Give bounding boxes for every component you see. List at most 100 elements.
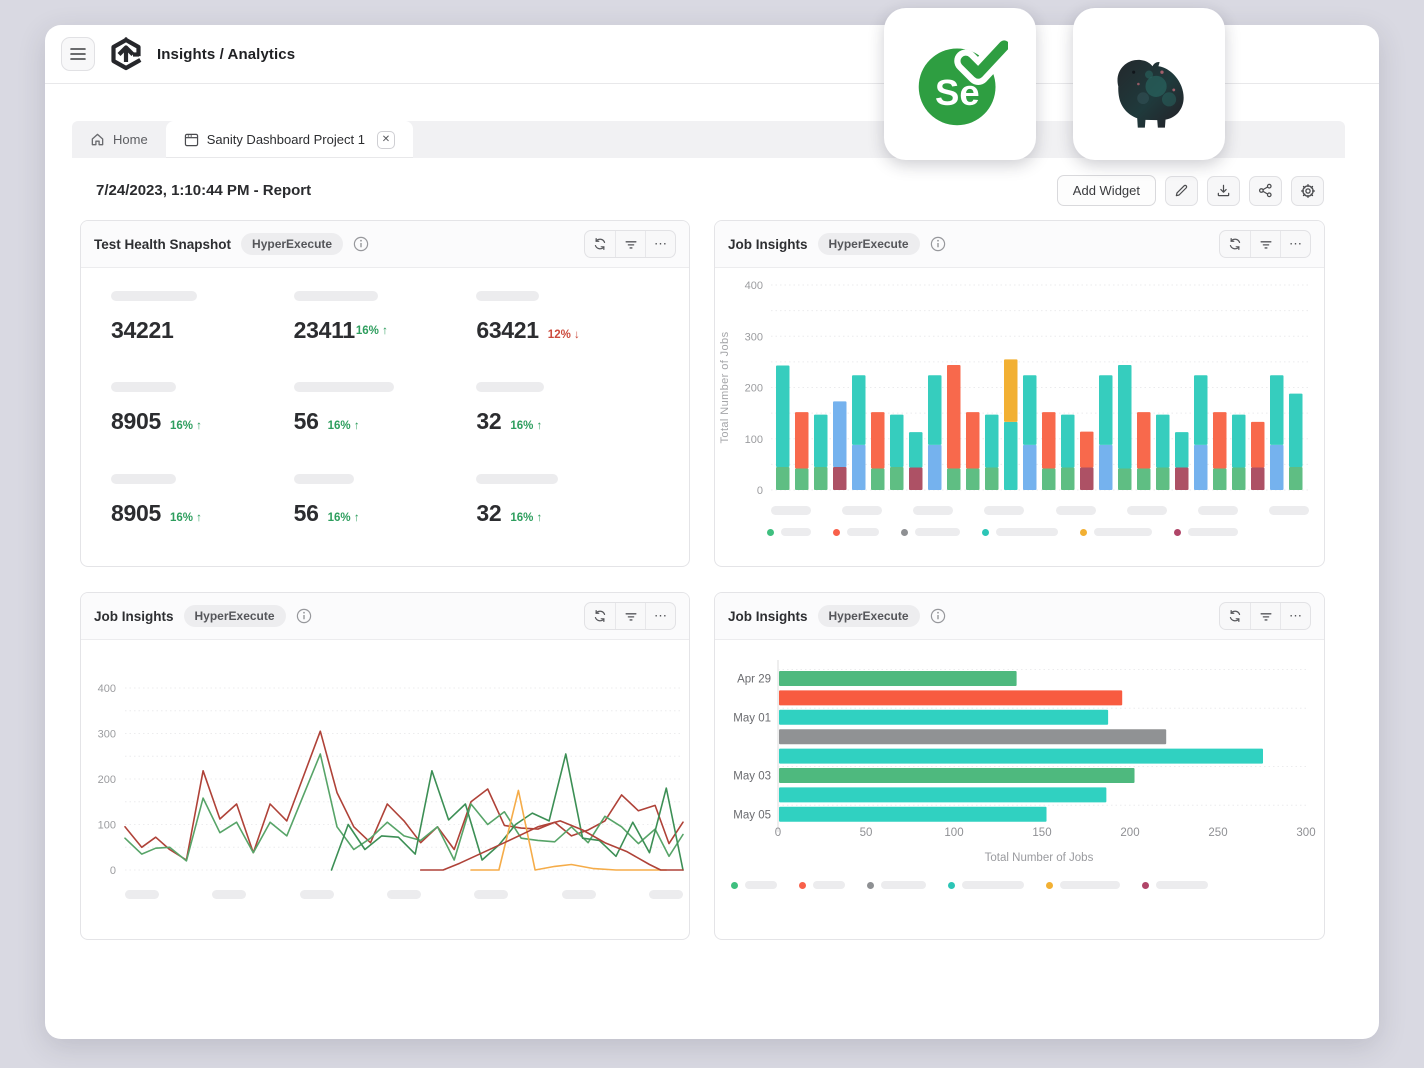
stat-cell: 890516% ↑ bbox=[111, 373, 294, 464]
legend-item[interactable] bbox=[1080, 528, 1152, 536]
axis-label-skeleton bbox=[387, 890, 421, 899]
widget-body: Apr 29May 01May 03May 050501001502002503… bbox=[715, 640, 1324, 939]
share-report-button[interactable] bbox=[1249, 176, 1282, 206]
bar-segment bbox=[928, 445, 942, 490]
download-report-button[interactable] bbox=[1207, 176, 1240, 206]
bar-segment bbox=[1270, 445, 1284, 490]
stat-value: 63421 bbox=[476, 317, 538, 344]
axis-label-skeleton bbox=[649, 890, 683, 899]
refresh-button[interactable] bbox=[1220, 603, 1250, 629]
more-options-button[interactable]: ⋯ bbox=[1280, 603, 1310, 629]
widget-job-insights-line: Job Insights HyperExecute ⋯ 010020030040… bbox=[80, 592, 690, 940]
filter-button[interactable] bbox=[615, 603, 645, 629]
legend-dot bbox=[731, 882, 738, 889]
bar-segment bbox=[795, 468, 809, 490]
stat-cell: 890516% ↑ bbox=[111, 465, 294, 556]
report-toolbar: 7/24/2023, 1:10:44 PM - Report Add Widge… bbox=[96, 175, 1324, 206]
axis-label-skeleton bbox=[125, 890, 159, 899]
stat-cell: 2341116% ↑ bbox=[294, 282, 477, 373]
tab-home-label: Home bbox=[113, 132, 148, 147]
widget-body: 0100200300400 bbox=[81, 640, 689, 939]
hyperexecute-badge: HyperExecute bbox=[241, 233, 343, 255]
report-settings-button[interactable] bbox=[1291, 176, 1324, 206]
axis-label-skeleton bbox=[984, 506, 1024, 515]
stat-label-skeleton bbox=[476, 382, 544, 392]
legend-dot bbox=[901, 529, 908, 536]
stat-value: 56 bbox=[294, 408, 319, 435]
legend-item[interactable] bbox=[982, 528, 1058, 536]
bar-segment bbox=[1137, 412, 1151, 468]
svg-text:Se: Se bbox=[935, 72, 980, 113]
svg-text:300: 300 bbox=[98, 729, 116, 741]
refresh-button[interactable] bbox=[585, 231, 615, 257]
more-options-button[interactable]: ⋯ bbox=[645, 231, 675, 257]
edit-report-button[interactable] bbox=[1165, 176, 1198, 206]
close-icon: ✕ bbox=[382, 134, 390, 145]
axis-label-skeleton bbox=[474, 890, 508, 899]
legend-item[interactable] bbox=[867, 881, 926, 889]
info-icon[interactable] bbox=[296, 608, 312, 624]
stat-label-skeleton bbox=[294, 474, 354, 484]
chart-legend bbox=[731, 881, 1324, 889]
svg-text:May 03: May 03 bbox=[733, 771, 771, 783]
series-red-2 bbox=[421, 821, 683, 870]
stat-cell: 3216% ↑ bbox=[476, 373, 659, 464]
bar-segment bbox=[852, 375, 866, 445]
hamburger-menu-button[interactable] bbox=[61, 37, 95, 71]
hbar-bar bbox=[779, 710, 1108, 725]
legend-item[interactable] bbox=[1142, 881, 1208, 889]
widget-header: Job Insights HyperExecute ⋯ bbox=[715, 221, 1324, 268]
hbar-bar bbox=[779, 768, 1135, 783]
stat-cell: 3216% ↑ bbox=[476, 465, 659, 556]
filter-button[interactable] bbox=[615, 231, 645, 257]
bar-segment bbox=[871, 412, 885, 468]
bar-segment bbox=[1175, 432, 1189, 467]
selenium-overlay-card[interactable]: Se bbox=[884, 8, 1036, 160]
more-options-button[interactable]: ⋯ bbox=[1280, 231, 1310, 257]
hbar-bar bbox=[779, 807, 1047, 822]
legend-item[interactable] bbox=[901, 528, 960, 536]
widget-header: Job Insights HyperExecute ⋯ bbox=[715, 593, 1324, 640]
widget-title: Job Insights bbox=[94, 609, 174, 624]
filter-button[interactable] bbox=[1250, 603, 1280, 629]
legend-item[interactable] bbox=[767, 528, 811, 536]
info-icon[interactable] bbox=[930, 236, 946, 252]
bar-segment bbox=[1232, 467, 1246, 490]
bar-segment bbox=[1270, 375, 1284, 445]
horizontal-bar-chart: Apr 29May 01May 03May 050501001502002503… bbox=[715, 640, 1318, 845]
tab-sanity-dashboard[interactable]: Sanity Dashboard Project 1 ✕ bbox=[166, 121, 413, 158]
info-icon[interactable] bbox=[930, 608, 946, 624]
bar-segment bbox=[909, 432, 923, 467]
tab-close-button[interactable]: ✕ bbox=[377, 131, 395, 149]
stat-cell: 6342112% ↓ bbox=[476, 282, 659, 373]
legend-item[interactable] bbox=[1046, 881, 1120, 889]
widget-body: 342212341116% ↑6342112% ↓890516% ↑5616% … bbox=[81, 268, 689, 566]
svg-text:300: 300 bbox=[1296, 827, 1315, 839]
svg-text:400: 400 bbox=[98, 683, 116, 695]
refresh-button[interactable] bbox=[585, 603, 615, 629]
refresh-button[interactable] bbox=[1220, 231, 1250, 257]
gear-icon bbox=[1300, 183, 1316, 199]
stats-grid: 342212341116% ↑6342112% ↓890516% ↑5616% … bbox=[81, 268, 689, 566]
svg-text:0: 0 bbox=[110, 865, 116, 877]
legend-item[interactable] bbox=[948, 881, 1024, 889]
bar-segment bbox=[1137, 468, 1151, 490]
legend-dot bbox=[833, 529, 840, 536]
report-title: 7/24/2023, 1:10:44 PM - Report bbox=[96, 182, 311, 199]
legend-item[interactable] bbox=[799, 881, 845, 889]
capybara-overlay-card[interactable] bbox=[1073, 8, 1225, 160]
legend-label-skeleton bbox=[745, 881, 777, 889]
axis-label-skeleton bbox=[1127, 506, 1167, 515]
add-widget-button[interactable]: Add Widget bbox=[1057, 175, 1156, 206]
info-icon[interactable] bbox=[353, 236, 369, 252]
bar-segment bbox=[814, 467, 828, 490]
capybara-image bbox=[1090, 25, 1208, 143]
tab-home[interactable]: Home bbox=[72, 121, 166, 158]
widget-tools: ⋯ bbox=[584, 602, 676, 630]
bar-segment bbox=[871, 468, 885, 490]
legend-item[interactable] bbox=[731, 881, 777, 889]
filter-button[interactable] bbox=[1250, 231, 1280, 257]
legend-item[interactable] bbox=[1174, 528, 1238, 536]
legend-item[interactable] bbox=[833, 528, 879, 536]
more-options-button[interactable]: ⋯ bbox=[645, 603, 675, 629]
